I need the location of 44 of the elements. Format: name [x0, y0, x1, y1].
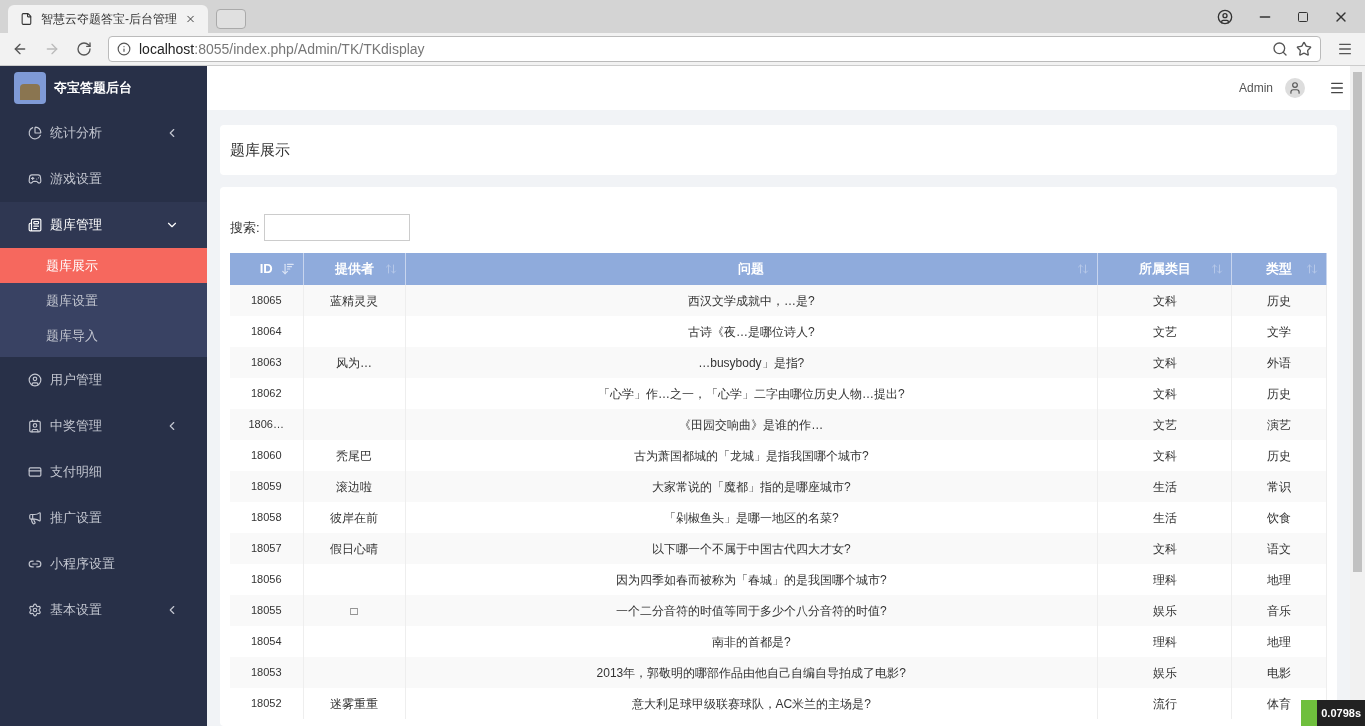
table-cell: 流行	[1097, 688, 1232, 719]
avatar[interactable]	[1285, 78, 1305, 98]
sidebar-item[interactable]: 中奖管理	[0, 403, 207, 449]
page-icon	[20, 12, 33, 26]
user-name[interactable]: Admin	[1239, 79, 1273, 97]
search-icon[interactable]	[1272, 41, 1288, 57]
gamepad-icon	[28, 172, 42, 186]
page-title: 题库展示	[230, 139, 290, 160]
sidebar-item[interactable]: 游戏设置	[0, 156, 207, 202]
credit-card-icon	[28, 465, 42, 479]
table-cell: 18052	[230, 688, 303, 719]
menu-icon[interactable]	[1329, 80, 1345, 96]
back-icon[interactable]	[12, 41, 28, 57]
browser-tab[interactable]: 智慧云夺题答宝-后台管理	[8, 5, 208, 33]
menu-icon[interactable]	[1337, 41, 1353, 57]
sidebar-subitem[interactable]: 题库设置	[0, 283, 207, 318]
logo-icon	[14, 72, 46, 104]
table-cell: 迷雾重重	[303, 688, 405, 719]
table-cell: 意大利足球甲级联赛球队，AC米兰的主场是?	[405, 688, 1098, 719]
link-icon	[28, 557, 42, 571]
brand-title: 夺宝答题后台	[54, 79, 132, 98]
profile-icon[interactable]	[1217, 8, 1233, 25]
sidebar-item[interactable]: 小程序设置	[0, 541, 207, 587]
id-card-icon	[28, 419, 42, 433]
settings-icon	[28, 603, 42, 617]
sidebar-item[interactable]: 推广设置	[0, 495, 207, 541]
reload-icon[interactable]	[76, 41, 92, 57]
address-bar[interactable]: localhost:8055/index.php/Admin/TK/TKdisplay	[108, 36, 1321, 62]
search-field[interactable]	[263, 214, 410, 241]
sidebar-item[interactable]: 支付明细	[0, 449, 207, 495]
maximize-icon[interactable]	[1297, 10, 1309, 23]
info-icon	[117, 42, 131, 56]
megaphone-icon	[28, 511, 42, 525]
sidebar-item[interactable]: 用户管理	[0, 357, 207, 403]
search-label: 搜索:	[230, 218, 260, 237]
pie-chart-icon	[28, 126, 42, 140]
list-icon	[28, 218, 42, 232]
star-icon[interactable]	[1296, 41, 1312, 57]
sidebar-item[interactable]: 统计分析	[0, 110, 207, 156]
user-icon	[28, 373, 42, 387]
sidebar-subitem[interactable]: 题库导入	[0, 318, 207, 353]
sidebar-item[interactable]: 题库管理	[0, 202, 207, 248]
timer-toast: 0.0798s	[1301, 700, 1365, 726]
sidebar-item[interactable]: 基本设置	[0, 587, 207, 633]
